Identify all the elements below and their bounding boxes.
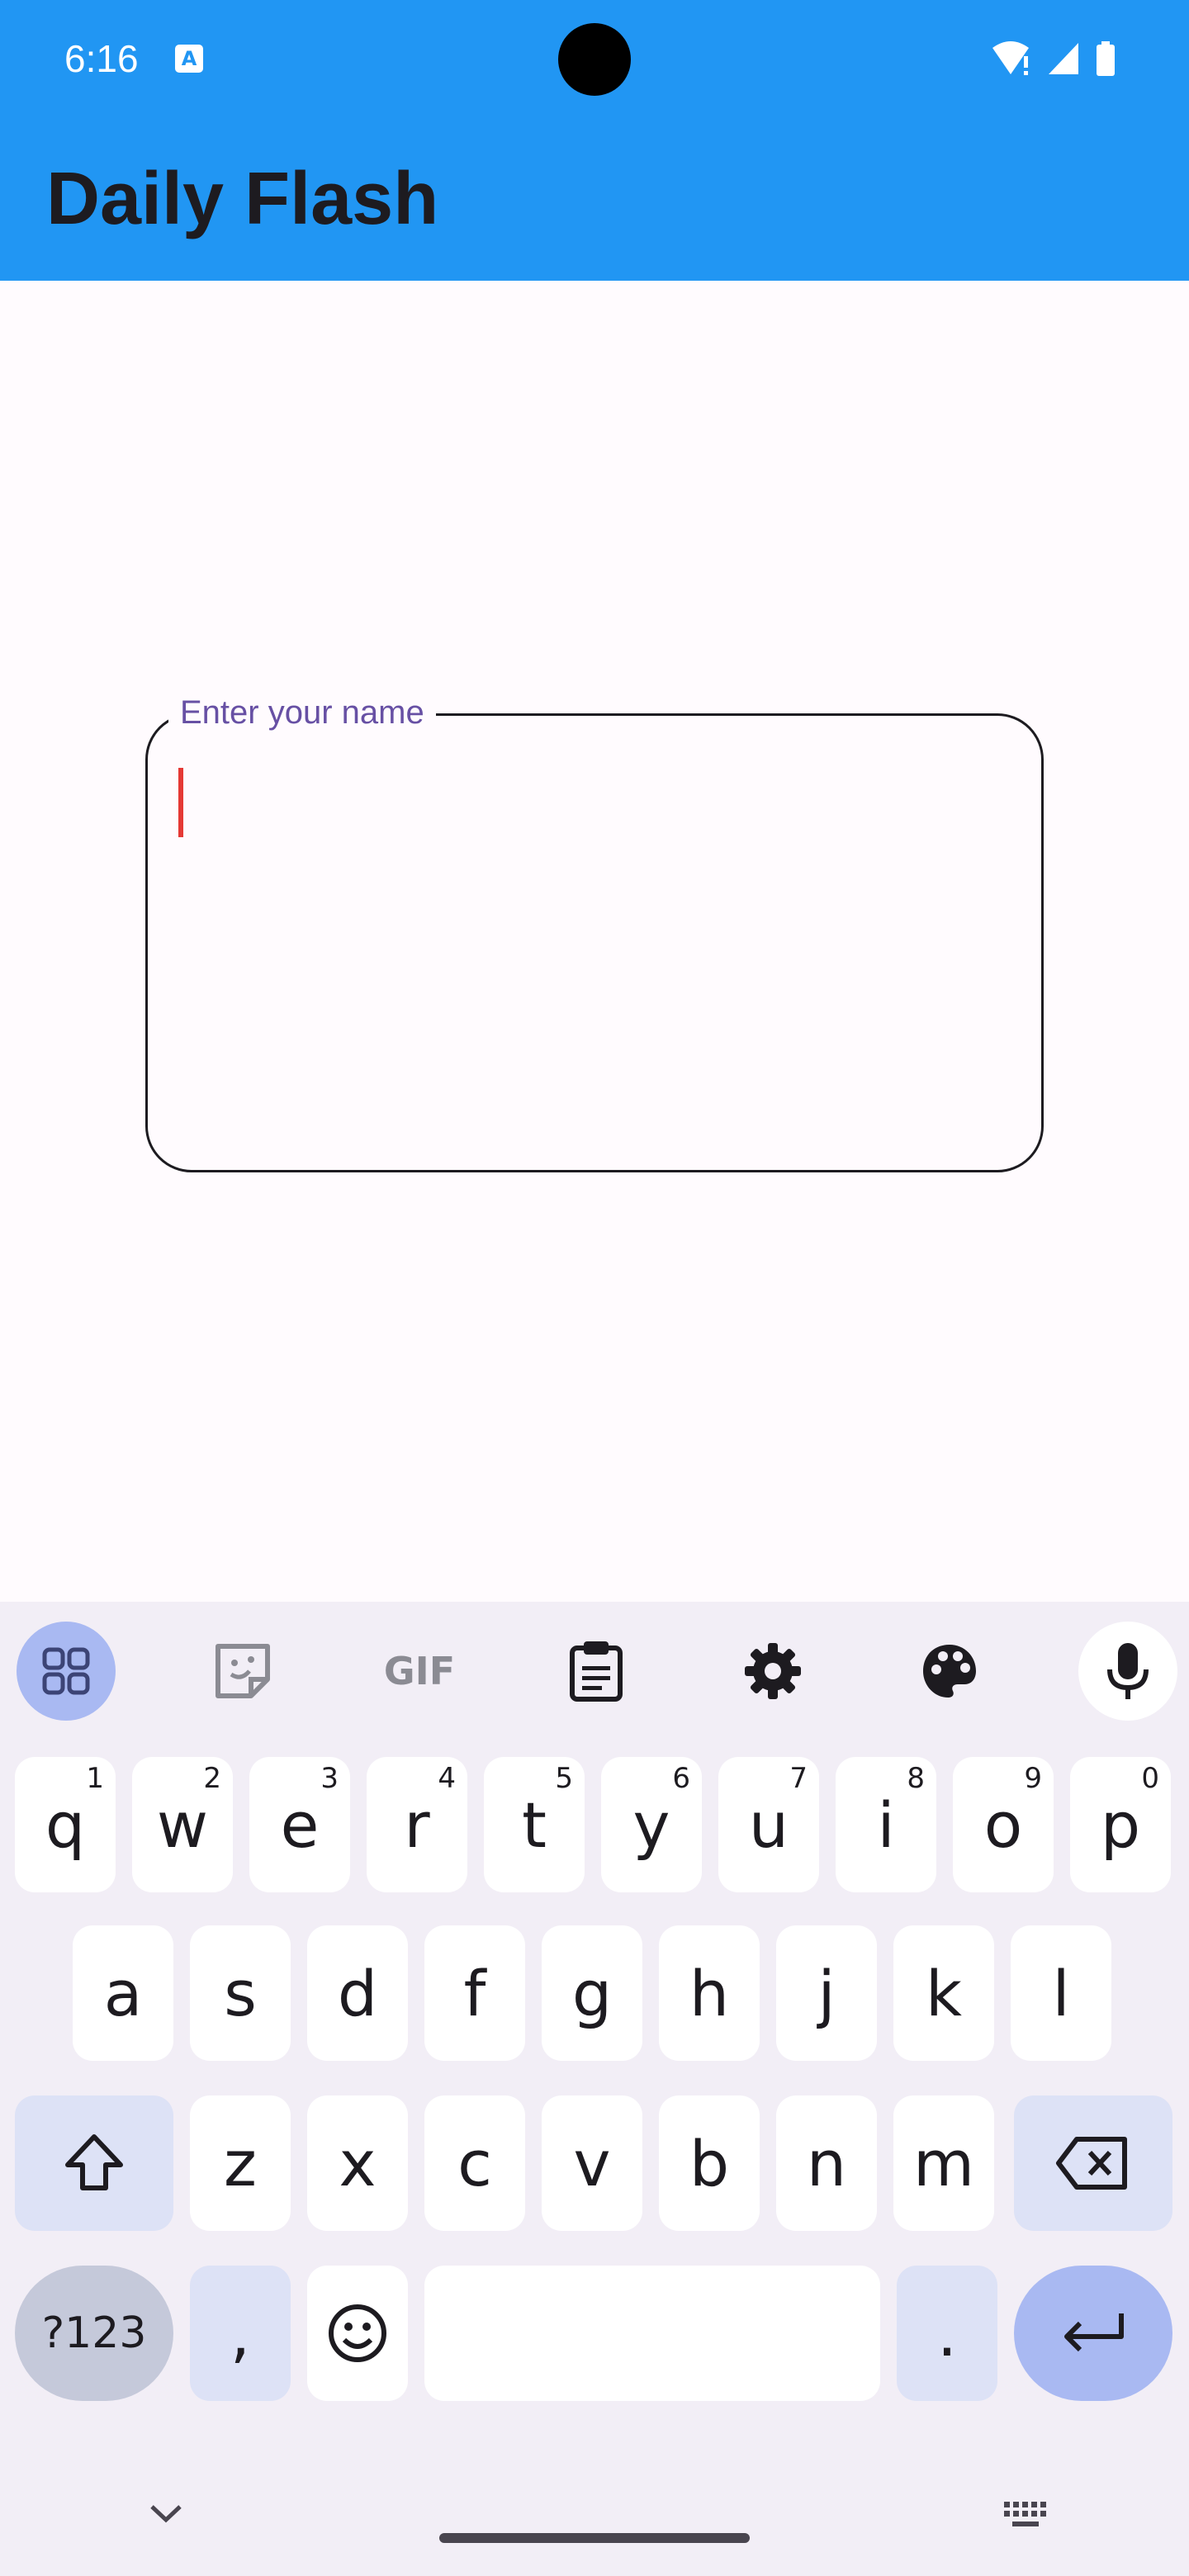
- emoji-icon: [329, 2304, 386, 2362]
- status-time: 6:16: [64, 37, 139, 80]
- comma-key[interactable]: ,: [190, 2266, 291, 2401]
- gesture-nav-handle[interactable]: [439, 2533, 750, 2543]
- key-g[interactable]: g: [542, 1925, 642, 2061]
- hide-keyboard-icon[interactable]: [149, 2502, 183, 2526]
- period-key[interactable]: .: [897, 2266, 997, 2401]
- key-a[interactable]: a: [73, 1925, 173, 2061]
- palette-icon[interactable]: [900, 1622, 999, 1721]
- settings-icon[interactable]: [723, 1622, 822, 1721]
- app-bar: Daily Flash: [0, 116, 1189, 281]
- symbols-key[interactable]: ?123: [15, 2266, 173, 2401]
- key-r[interactable]: r4: [367, 1757, 467, 1892]
- page-title: Daily Flash: [46, 158, 439, 240]
- key-o[interactable]: o9: [953, 1757, 1054, 1892]
- apps-grid-icon[interactable]: [17, 1622, 116, 1721]
- key-v[interactable]: v: [542, 2095, 642, 2231]
- key-t[interactable]: t5: [484, 1757, 585, 1892]
- shift-key[interactable]: [15, 2095, 173, 2231]
- space-key[interactable]: [424, 2266, 880, 2401]
- notification-icon: A: [175, 45, 203, 73]
- key-e[interactable]: e3: [249, 1757, 350, 1892]
- backspace-icon: [1056, 2137, 1127, 2190]
- key-n[interactable]: n: [776, 2095, 877, 2231]
- status-bar: 6:16 A: [0, 0, 1189, 116]
- clipboard-icon[interactable]: [547, 1622, 646, 1721]
- soft-keyboard: GIF q 1 w 2 e 3 r 4 t 5 y 6 u 7 i 8 o 9 …: [0, 1602, 1189, 2576]
- keyboard-switch-icon[interactable]: [1002, 2500, 1049, 2530]
- key-k[interactable]: k: [893, 1925, 994, 2061]
- shift-icon: [65, 2134, 123, 2190]
- name-input[interactable]: [145, 713, 1044, 1172]
- key-x[interactable]: x: [307, 2095, 408, 2231]
- text-cursor: [178, 768, 183, 837]
- key-l[interactable]: l: [1011, 1925, 1111, 2061]
- enter-key[interactable]: [1014, 2266, 1172, 2401]
- key-j[interactable]: j: [776, 1925, 877, 2061]
- key-m[interactable]: m: [893, 2095, 994, 2231]
- backspace-key[interactable]: [1014, 2095, 1172, 2231]
- key-q[interactable]: q1: [15, 1757, 116, 1892]
- key-i[interactable]: i8: [836, 1757, 936, 1892]
- gif-label: GIF: [383, 1649, 456, 1693]
- key-u[interactable]: u7: [718, 1757, 819, 1892]
- key-p[interactable]: p0: [1070, 1757, 1171, 1892]
- key-s[interactable]: s: [190, 1925, 291, 2061]
- key-f[interactable]: f: [424, 1925, 525, 2061]
- key-h[interactable]: h: [659, 1925, 760, 2061]
- key-c[interactable]: c: [424, 2095, 525, 2231]
- system-status-icons: [992, 41, 1115, 76]
- key-b[interactable]: b: [659, 2095, 760, 2231]
- key-w[interactable]: w2: [132, 1757, 233, 1892]
- sticker-icon[interactable]: [193, 1622, 292, 1721]
- wifi-icon: [992, 41, 1029, 75]
- enter-icon: [1064, 2313, 1124, 2352]
- emoji-key[interactable]: [307, 2266, 408, 2401]
- gif-icon[interactable]: GIF: [370, 1622, 469, 1721]
- name-input-label: Enter your name: [168, 690, 436, 735]
- key-d[interactable]: d: [307, 1925, 408, 2061]
- battery-icon: [1097, 41, 1115, 76]
- mic-icon[interactable]: [1078, 1622, 1177, 1721]
- camera-cutout: [558, 23, 631, 96]
- signal-icon: [1049, 43, 1078, 74]
- key-y[interactable]: y6: [601, 1757, 702, 1892]
- key-z[interactable]: z: [190, 2095, 291, 2231]
